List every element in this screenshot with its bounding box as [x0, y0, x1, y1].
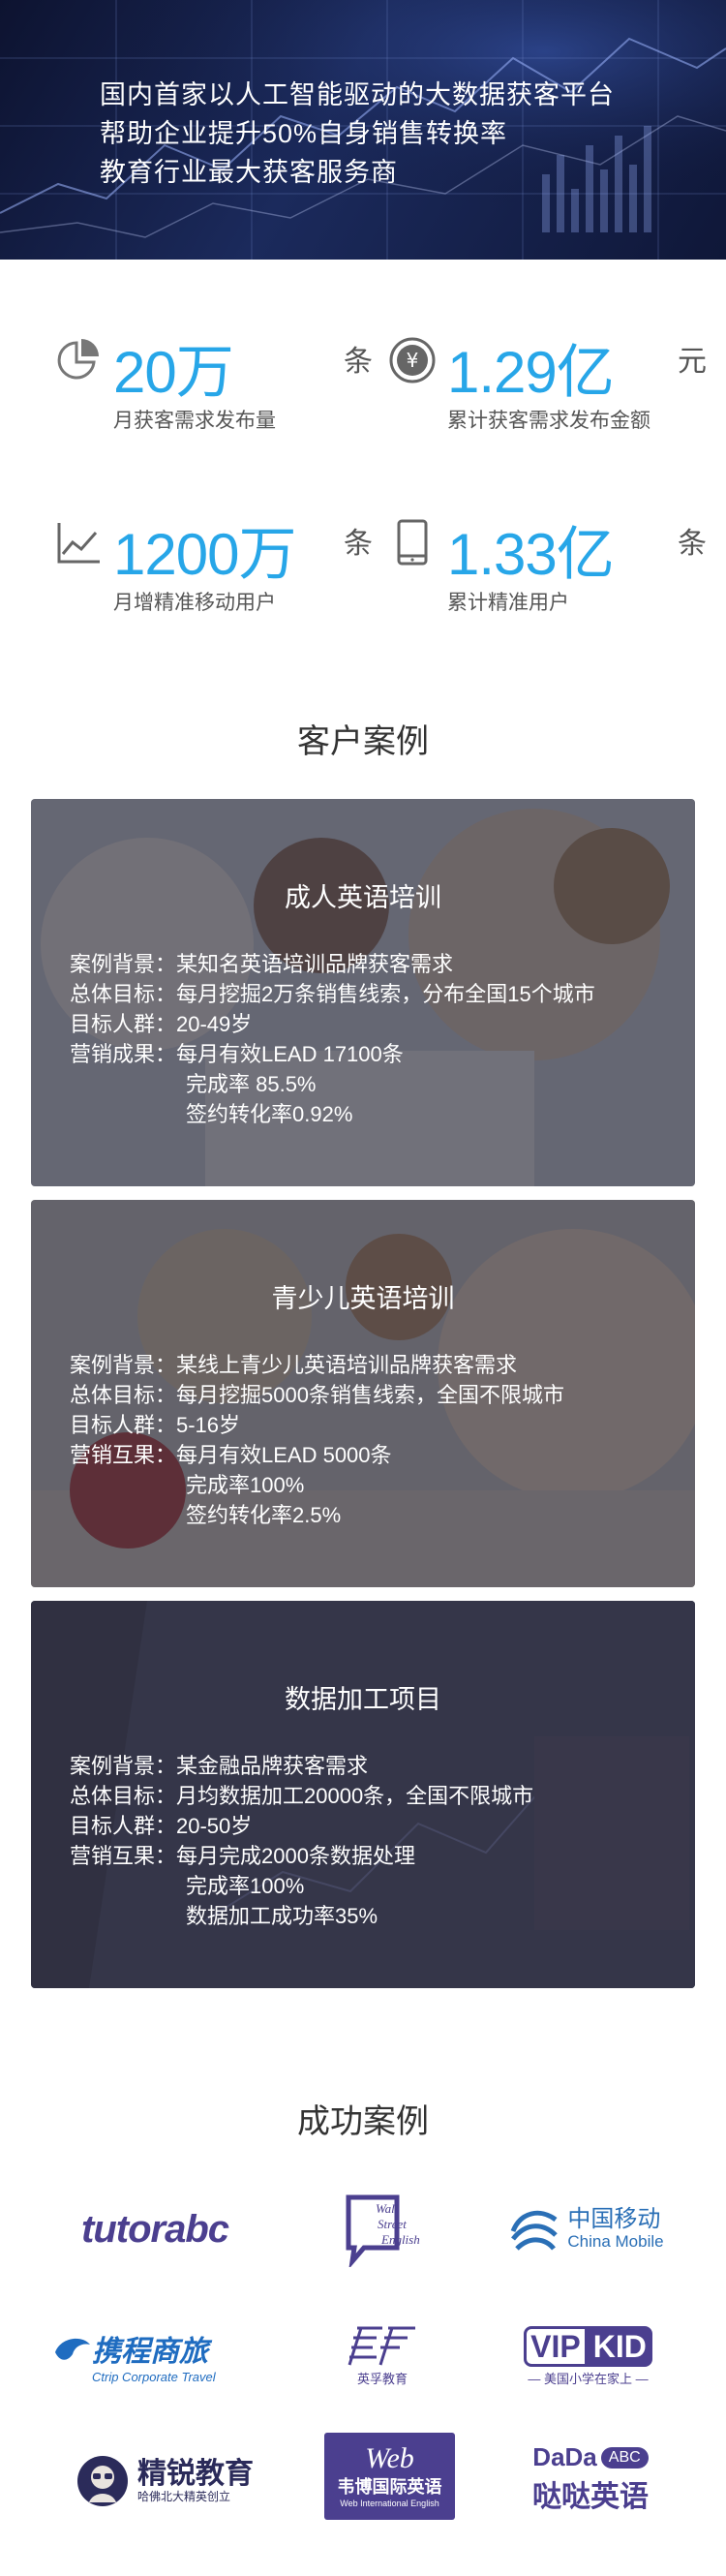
- jingrui-cn: 精锐教育: [137, 2457, 254, 2490]
- hero-line-2: 帮助企业提升50%自身销售转换率: [100, 119, 508, 148]
- pie-chart-icon: [57, 339, 99, 380]
- ctrip-corporate-travel-logo[interactable]: 携程商旅 Ctrip Corporate Travel: [53, 2316, 266, 2394]
- svg-text:¥: ¥: [407, 349, 419, 372]
- stat-monthly-demand: 20万 条 月获客需求发布量: [53, 329, 373, 445]
- svg-text:Wall: Wall: [376, 2201, 399, 2216]
- case-result: 营销成果：每月有效LEAD 17100条: [70, 1042, 404, 1066]
- hero-line-3: 教育行业最大获客服务商: [100, 158, 398, 187]
- cases-section-title: 客户案例: [297, 723, 429, 760]
- stat-total-amount: ¥ 1.29亿 元 累计获客需求发布金额: [387, 329, 707, 445]
- stat-unit: 条: [344, 528, 373, 560]
- case-completion: 完成率100%: [186, 1473, 305, 1497]
- case-conversion: 数据加工成功率35%: [186, 1904, 378, 1928]
- case-card-youth-english[interactable]: 青少儿英语培训 案例背景：某线上青少儿英语培训品牌获客需求 总体目标：每月挖掘5…: [31, 1200, 695, 1587]
- ef-sub: 英孚教育: [356, 2371, 408, 2386]
- ef-emblem-icon: [348, 2326, 415, 2365]
- success-section-title: 成功案例: [297, 2103, 429, 2140]
- case-goal: 总体目标：月均数据加工20000条，全国不限城市: [70, 1784, 534, 1808]
- stat-monthly-users: 1200万 条 月增精准移动用户: [53, 511, 373, 628]
- line-chart-icon: [57, 523, 100, 564]
- dada-cn: 哒哒英语: [532, 2481, 649, 2513]
- case-background: 案例背景：某金融品牌获客需求: [70, 1754, 369, 1778]
- case-goal: 总体目标：每月挖掘2万条销售线索，分布全国15个城市: [70, 982, 595, 1006]
- jingrui-education-logo[interactable]: 精锐教育 哈佛北大精英创立: [53, 2442, 276, 2520]
- stat-unit: 条: [678, 528, 707, 560]
- stat-label: 累计精准用户: [447, 592, 569, 614]
- case-audience: 目标人群：20-50岁: [70, 1814, 253, 1838]
- speech-bubble-icon: Wall Street English: [346, 2194, 420, 2267]
- dada-abc: ABC: [600, 2446, 649, 2469]
- hero-text: 国内首家以人工智能驱动的大数据获客平台 帮助企业提升50%自身销售转换率 教育行…: [100, 76, 615, 192]
- web-cn: 韦博国际英语: [337, 2477, 442, 2497]
- case-result: 营销互果：每月有效LEAD 5000条: [70, 1443, 392, 1467]
- china-mobile-en: China Mobile: [567, 2231, 664, 2251]
- dolphin-icon: [55, 2338, 90, 2360]
- case-audience: 目标人群：20-49岁: [70, 1012, 253, 1036]
- dada-abc-logo[interactable]: DaDa ABC 哒哒英语: [513, 2438, 668, 2520]
- dada-top: DaDa: [532, 2442, 597, 2471]
- stat-unit: 元: [678, 346, 707, 378]
- case-list: 成人英语培训 案例背景：某知名英语培训品牌获客需求 总体目标：每月挖掘2万条销售…: [0, 799, 726, 1988]
- stat-unit: 条: [344, 346, 373, 378]
- china-mobile-logo[interactable]: 中国移动 China Mobile: [499, 2191, 673, 2268]
- case-result: 营销互果：每月完成2000条数据处理: [70, 1844, 415, 1868]
- jingrui-avatar-icon: [77, 2456, 128, 2506]
- case-card-adult-english[interactable]: 成人英语培训 案例背景：某知名英语培训品牌获客需求 总体目标：每月挖掘2万条销售…: [31, 799, 695, 1186]
- stat-value: 1.29亿: [447, 340, 615, 405]
- vipkid-sub: — 美国小学在家上 —: [528, 2371, 649, 2386]
- vipkid-logo[interactable]: VIP KID — 美国小学在家上 —: [503, 2316, 673, 2394]
- case-title: 青少儿英语培训: [271, 1284, 455, 1313]
- stat-value: 1200万: [113, 522, 296, 587]
- case-goal: 总体目标：每月挖掘5000条销售线索，全国不限城市: [70, 1383, 564, 1407]
- china-mobile-emblem-icon: [511, 2210, 559, 2251]
- case-conversion: 签约转化率2.5%: [186, 1503, 342, 1527]
- jingrui-sub: 哈佛北大精英创立: [137, 2490, 231, 2504]
- web-international-english-logo[interactable]: Web 韦博国际英语 Web International English: [324, 2433, 455, 2520]
- case-conversion: 签约转化率0.92%: [186, 1102, 353, 1126]
- ef-education-logo[interactable]: 英孚教育: [334, 2316, 431, 2394]
- ctrip-cn: 携程商旅: [92, 2335, 208, 2368]
- stat-total-users: 1.33亿 条 累计精准用户: [387, 511, 707, 628]
- yen-coin-icon: ¥: [389, 337, 436, 383]
- svg-text:English: English: [380, 2232, 420, 2247]
- case-title: 数据加工项目: [285, 1685, 441, 1714]
- case-completion: 完成率100%: [186, 1874, 305, 1898]
- hero-line-1: 国内首家以人工智能驱动的大数据获客平台: [100, 80, 615, 109]
- china-mobile-cn: 中国移动: [567, 2206, 661, 2233]
- stat-value: 20万: [113, 340, 234, 405]
- case-completion: 完成率 85.5%: [186, 1072, 317, 1096]
- ctrip-en: Ctrip Corporate Travel: [92, 2369, 216, 2384]
- svg-text:Street: Street: [378, 2217, 407, 2231]
- stat-label: 月获客需求发布量: [113, 410, 276, 432]
- stat-label: 月增精准移动用户: [113, 592, 276, 614]
- tablet-icon: [397, 519, 428, 566]
- case-audience: 目标人群：5-16岁: [70, 1413, 241, 1437]
- hero-banner: 国内首家以人工智能驱动的大数据获客平台 帮助企业提升50%自身销售转换率 教育行…: [0, 0, 726, 260]
- stat-label: 累计获客需求发布金额: [447, 410, 650, 432]
- case-card-data-processing[interactable]: 数据加工项目 案例背景：某金融品牌获客需求 总体目标：月均数据加工20000条，…: [31, 1601, 695, 1988]
- stats-grid: 20万 条 月获客需求发布量 ¥ 1.29亿 元 累计获客需求发布金额 1200…: [0, 260, 726, 715]
- stat-value: 1.33亿: [447, 522, 615, 587]
- case-background: 案例背景：某线上青少儿英语培训品牌获客需求: [70, 1353, 518, 1377]
- web-en: Web International English: [340, 2499, 439, 2508]
- tutorabc-logo[interactable]: tutorabc: [53, 2191, 257, 2268]
- partner-logo-grid: tutorabc Wall Street English 中国移动 China …: [0, 2191, 726, 2559]
- case-background: 案例背景：某知名英语培训品牌获客需求: [70, 952, 454, 976]
- wall-street-english-logo[interactable]: Wall Street English: [329, 2191, 445, 2268]
- case-title: 成人英语培训: [285, 883, 441, 912]
